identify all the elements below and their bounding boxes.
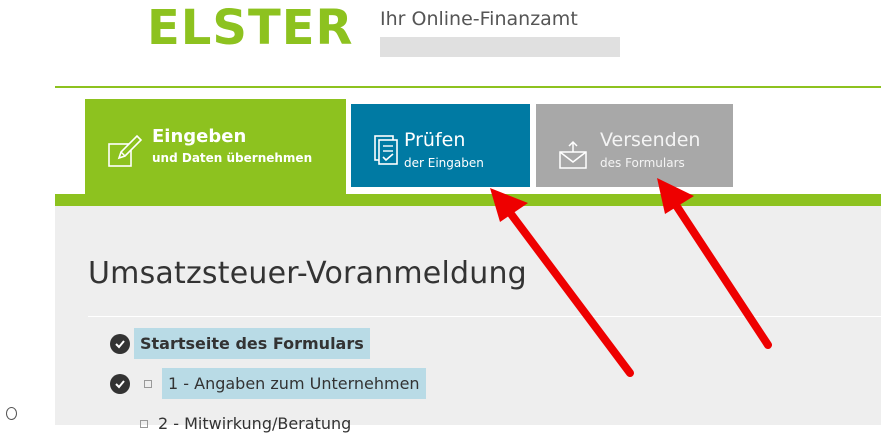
check-circle-icon <box>110 333 130 354</box>
title-divider <box>88 316 881 317</box>
tab-underline-bar <box>55 194 881 206</box>
bullet-square-icon <box>140 419 148 428</box>
circle-marker-icon <box>6 407 17 420</box>
form-nav-item[interactable]: Startseite des Formulars <box>110 328 370 359</box>
send-envelope-icon <box>556 138 592 174</box>
form-nav-label[interactable]: 1 - Angaben zum Unternehmen <box>162 368 426 399</box>
tab-subtitle: der Eingaben <box>404 156 484 170</box>
tab-title: Eingeben <box>152 126 247 147</box>
form-nav-label[interactable]: 2 - Mitwirkung/Beratung <box>158 414 351 433</box>
tab-versenden[interactable]: Versenden des Formulars <box>536 104 733 187</box>
tab-eingeben[interactable]: Eingeben und Daten übernehmen <box>85 99 346 199</box>
tagline-placeholder-bar <box>380 37 620 57</box>
tab-pruefen[interactable]: Prüfen der Eingaben <box>351 104 530 187</box>
elster-logo[interactable]: ELSTER <box>147 4 353 52</box>
edit-icon <box>107 134 143 170</box>
header-divider <box>55 86 881 88</box>
tab-title: Versenden <box>600 129 701 151</box>
checklist-icon <box>369 134 405 170</box>
tab-title: Prüfen <box>404 129 466 151</box>
tagline: Ihr Online-Finanzamt <box>380 8 578 30</box>
form-nav-item[interactable]: 2 - Mitwirkung/Beratung <box>133 414 351 433</box>
tab-subtitle: des Formulars <box>600 156 685 170</box>
form-nav-label[interactable]: Startseite des Formulars <box>134 328 370 359</box>
check-circle-icon <box>110 373 130 394</box>
form-nav-item[interactable]: 1 - Angaben zum Unternehmen <box>110 368 426 399</box>
bullet-square-icon <box>144 379 152 388</box>
tab-subtitle: und Daten übernehmen <box>152 151 313 165</box>
page-title: Umsatzsteuer-Voranmeldung <box>88 256 527 291</box>
